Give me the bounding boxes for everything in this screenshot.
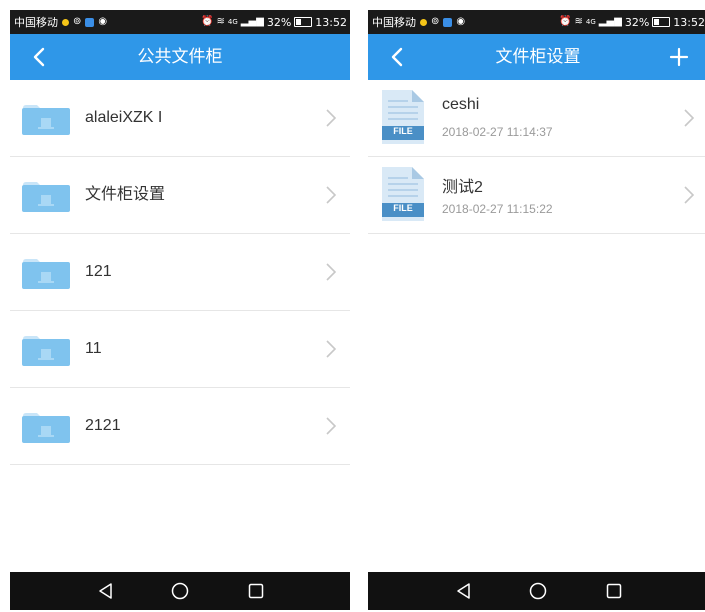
circle-home-icon[interactable] <box>170 581 190 601</box>
folder-icon <box>22 336 70 366</box>
right-screen: 中国移动 ⊚ ◉ ⏰ ≋ 4G ▂▄▆ 32% 13:52 文件柜设置 FILE… <box>368 10 705 610</box>
folder-name: 11 <box>85 340 102 357</box>
battery-percent: 32% <box>624 15 650 29</box>
folder-row[interactable]: 11 <box>10 311 350 388</box>
signal-type: 4G <box>227 17 238 26</box>
chevron-right-icon <box>326 263 337 281</box>
file-date: 2018-02-27 11:15:22 <box>442 202 553 216</box>
search-notification-icon: ◉ <box>98 16 108 27</box>
app-notification-icon <box>85 17 95 27</box>
carrier-text: 中国移动 <box>14 16 58 29</box>
wifi-icon: ≋ <box>216 16 225 27</box>
status-left: 中国移动 ⊚ ◉ <box>372 10 465 34</box>
carrier-text: 中国移动 <box>372 16 416 29</box>
status-bar: 中国移动 ⊚ ◉ ⏰ ≋ 4G ▂▄▆ 32% 13:52 <box>10 10 350 34</box>
status-bar: 中国移动 ⊚ ◉ ⏰ ≋ 4G ▂▄▆ 32% 13:52 <box>368 10 705 34</box>
folder-icon <box>22 182 70 212</box>
alarm-icon: ⏰ <box>201 16 214 27</box>
status-left: 中国移动 ⊚ ◉ <box>14 10 107 34</box>
triangle-back-icon[interactable] <box>454 581 474 601</box>
folder-row[interactable]: alaleiXZK I <box>10 80 350 157</box>
square-recent-icon[interactable] <box>246 581 266 601</box>
status-right: ⏰ ≋ 4G ▂▄▆ 32% 13:52 <box>559 10 705 34</box>
file-type-badge: FILE <box>393 203 413 213</box>
square-recent-icon[interactable] <box>604 581 624 601</box>
app-notification-icon <box>443 17 453 27</box>
battery-icon <box>294 17 313 27</box>
alarm-icon: ⏰ <box>559 16 572 27</box>
wifi-icon: ≋ <box>574 16 583 27</box>
search-notification-icon: ◉ <box>456 16 466 27</box>
notification-dot-icon <box>420 18 427 26</box>
signal-icon: ▂▄▆ <box>598 16 622 27</box>
folder-name: alaleiXZK I <box>85 109 163 126</box>
file-row[interactable]: FILE 测试2 2018-02-27 11:15:22 <box>368 157 705 234</box>
plus-icon <box>669 47 689 67</box>
chevron-right-icon <box>326 417 337 435</box>
file-icon <box>382 90 424 144</box>
signal-type: 4G <box>585 17 596 26</box>
circle-home-icon[interactable] <box>528 581 548 601</box>
battery-icon <box>652 17 671 27</box>
system-nav-bar <box>368 572 705 610</box>
notification-dot-icon <box>62 18 69 26</box>
signal-icon: ▂▄▆ <box>240 16 264 27</box>
folder-row[interactable]: 文件柜设置 <box>10 157 350 234</box>
chevron-right-icon <box>326 186 337 204</box>
folder-name: 2121 <box>85 417 121 434</box>
file-name: ceshi <box>442 96 480 113</box>
left-screen: 中国移动 ⊚ ◉ ⏰ ≋ 4G ▂▄▆ 32% 13:52 公共文件柜 alal… <box>10 10 350 610</box>
folder-icon <box>22 413 70 443</box>
status-right: ⏰ ≋ 4G ▂▄▆ 32% 13:52 <box>201 10 347 34</box>
file-name: 测试2 <box>442 179 483 196</box>
file-date: 2018-02-27 11:14:37 <box>442 125 553 139</box>
clock-time: 13:52 <box>315 15 347 29</box>
file-row[interactable]: FILE ceshi 2018-02-27 11:14:37 <box>368 80 705 157</box>
folder-name: 文件柜设置 <box>85 186 166 203</box>
chevron-right-icon <box>326 109 337 127</box>
page-title: 文件柜设置 <box>495 47 581 67</box>
folder-row[interactable]: 2121 <box>10 388 350 465</box>
sync-icon: ⊚ <box>73 16 82 27</box>
file-type-badge: FILE <box>393 126 413 136</box>
clock-time: 13:52 <box>673 15 705 29</box>
battery-percent: 32% <box>266 15 292 29</box>
folder-icon <box>22 259 70 289</box>
header-bar: 公共文件柜 <box>10 34 350 80</box>
chevron-right-icon <box>684 109 695 127</box>
chevron-right-icon <box>326 340 337 358</box>
add-file-button[interactable] <box>664 42 694 72</box>
page-title: 公共文件柜 <box>137 47 223 67</box>
header-bar: 文件柜设置 <box>368 34 705 80</box>
file-list: FILE ceshi 2018-02-27 11:14:37 FILE 测试2 … <box>368 80 705 234</box>
chevron-right-icon <box>684 186 695 204</box>
folder-icon <box>22 105 70 135</box>
triangle-back-icon[interactable] <box>96 581 116 601</box>
folder-list: alaleiXZK I 文件柜设置 121 11 2121 <box>10 80 350 465</box>
file-icon <box>382 167 424 221</box>
system-nav-bar <box>10 572 350 610</box>
sync-icon: ⊚ <box>431 16 440 27</box>
folder-name: 121 <box>85 263 112 280</box>
folder-row[interactable]: 121 <box>10 234 350 311</box>
